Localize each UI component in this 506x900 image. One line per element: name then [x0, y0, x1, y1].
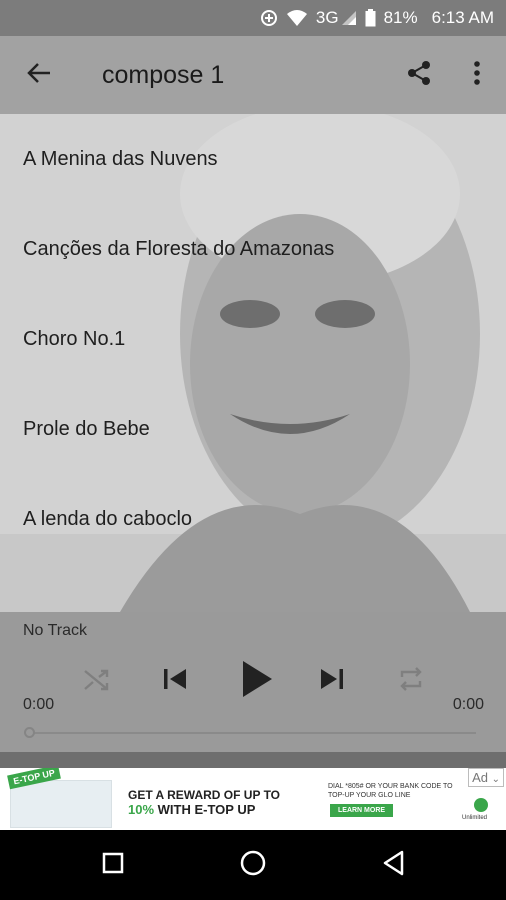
shuffle-icon: [83, 667, 111, 698]
list-item[interactable]: Choro No.1: [0, 294, 506, 384]
play-button[interactable]: [236, 658, 278, 704]
page-title: compose 1: [102, 60, 225, 89]
ad-label: Ad: [472, 770, 488, 785]
list-item[interactable]: Prole do Bebe: [0, 384, 506, 474]
battery-icon: [365, 9, 376, 27]
data-saver-icon: [260, 9, 278, 27]
total-time: 0:00: [452, 696, 484, 713]
now-playing-label: No Track: [23, 622, 88, 639]
ad-highlight: 10%: [128, 802, 155, 817]
signal-icon: [341, 10, 357, 26]
share-button[interactable]: [390, 36, 448, 114]
back-button[interactable]: [0, 36, 78, 114]
track-list-area: A Menina das Nuvens Canções da Floresta …: [0, 114, 506, 612]
previous-button[interactable]: [158, 664, 192, 698]
navigation-bar: [0, 830, 506, 900]
triangle-back-icon: [382, 850, 406, 881]
ad-fine-print: DIAL *805# OR YOUR BANK CODE TO TOP-UP Y…: [328, 783, 453, 799]
learn-more-button[interactable]: LEARN MORE: [330, 804, 394, 817]
ad-choices-button[interactable]: Ad ⌄: [468, 768, 504, 787]
next-button[interactable]: [315, 664, 349, 698]
app-bar: compose 1: [0, 36, 506, 114]
list-item[interactable]: A Menina das Nuvens: [0, 114, 506, 204]
circle-icon: [239, 849, 267, 882]
more-options-button[interactable]: [448, 36, 506, 114]
ad-image: [10, 780, 112, 828]
battery-percent: 81%: [383, 8, 418, 27]
ad-brand: Unlimited: [462, 815, 488, 821]
list-item[interactable]: A lenda do caboclo: [0, 474, 506, 564]
skip-previous-icon: [161, 665, 189, 698]
seek-thumb[interactable]: [24, 727, 35, 738]
home-button[interactable]: [235, 847, 271, 883]
square-icon: [102, 852, 124, 879]
seek-bar[interactable]: [28, 732, 476, 734]
list-item[interactable]: Canções da Floresta do Amazonas: [0, 204, 506, 294]
more-vert-icon: [473, 60, 481, 91]
track-list: A Menina das Nuvens Canções da Floresta …: [0, 114, 506, 564]
repeat-button[interactable]: [394, 665, 428, 697]
player-panel: No Track 0:00 0:00: [0, 612, 506, 752]
status-bar: 3G 81% 6:13 AM: [0, 0, 506, 36]
network-type: 3G: [315, 8, 339, 27]
brand-logo: [474, 798, 488, 812]
repeat-icon: [397, 666, 425, 697]
ad-headline: GET A REWARD OF UP TO: [128, 788, 281, 802]
shuffle-button[interactable]: [80, 666, 114, 698]
ad-banner[interactable]: E-TOP UP GET A REWARD OF UP TO 10% WITH …: [0, 768, 506, 830]
play-icon: [240, 659, 274, 704]
clock: 6:13 AM: [431, 8, 494, 27]
share-icon: [405, 59, 433, 92]
recents-button[interactable]: [95, 847, 131, 883]
back-arrow-icon: [26, 61, 52, 90]
skip-next-icon: [318, 665, 346, 698]
chevron-down-icon: ⌄: [491, 774, 500, 785]
ad-top-strip: [0, 752, 506, 768]
wifi-icon: [286, 9, 308, 27]
back-nav-button[interactable]: [376, 847, 412, 883]
elapsed-time: 0:00: [23, 696, 55, 713]
ad-headline-secondary: 10% WITH E-TOP UP: [128, 802, 255, 817]
ad-headline-rest: WITH E-TOP UP: [157, 802, 256, 817]
